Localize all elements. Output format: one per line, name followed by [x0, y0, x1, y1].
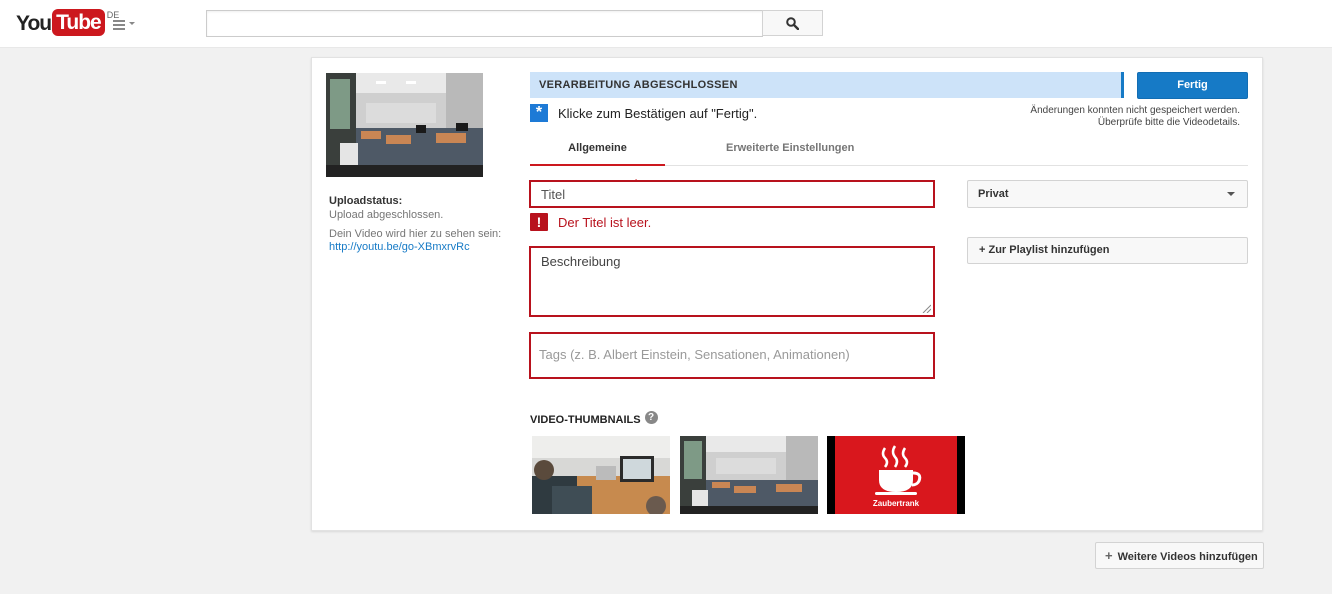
caret-down-icon [1227, 192, 1235, 196]
title-error-text: Der Titel ist leer. [558, 214, 652, 230]
video-preview-image [326, 73, 483, 177]
add-more-videos-button[interactable]: + Weitere Videos hinzufügen [1095, 542, 1264, 569]
upload-link-label: Dein Video wird hier zu sehen sein: [329, 228, 502, 240]
tab-label: Erweiterte Einstellungen [726, 142, 855, 154]
resize-grip-icon[interactable] [922, 304, 931, 313]
help-icon[interactable]: ? [644, 410, 658, 424]
search-input[interactable] [206, 10, 763, 37]
video-link[interactable]: http://youtu.be/go-XBmxrvRc [329, 241, 470, 253]
privacy-dropdown[interactable]: Privat [967, 180, 1248, 208]
guide-menu-button[interactable] [113, 17, 137, 31]
description-textarea[interactable] [529, 246, 935, 317]
error-icon: ! [530, 213, 548, 231]
youtube-logo[interactable]: You Tube DE [16, 9, 119, 38]
upload-status-label: Uploadstatus: [329, 195, 403, 207]
upload-status-text: Upload abgeschlossen. [329, 209, 444, 221]
thumbnail-option-3[interactable]: Zaubertrank [827, 436, 965, 514]
masthead: You Tube DE [0, 0, 1332, 48]
add-to-playlist-button[interactable]: + Zur Playlist hinzufügen [967, 237, 1248, 264]
thumbnails-heading-text: VIDEO-THUMBNAILS [530, 414, 641, 426]
title-input[interactable] [529, 180, 935, 208]
logo-you-text: You [16, 12, 52, 35]
thumbnails-heading: VIDEO-THUMBNAILS ? [530, 410, 658, 426]
save-error-note: Änderungen konnten nicht gespeichert wer… [1030, 105, 1240, 128]
thumbnail-option-2[interactable] [680, 436, 818, 514]
asterisk-icon: * [530, 104, 548, 122]
processing-progress-bar: VERARBEITUNG ABGESCHLOSSEN [530, 72, 1124, 98]
title-error: ! Der Titel ist leer. [530, 212, 651, 232]
search-button[interactable] [762, 10, 823, 36]
plus-icon: + [1105, 548, 1113, 563]
hint-row: * Klicke zum Bestätigen auf "Fertig". [530, 104, 757, 122]
add-more-videos-label: Weitere Videos hinzufügen [1117, 551, 1258, 563]
processing-status-text: VERARBEITUNG ABGESCHLOSSEN [539, 79, 738, 91]
upload-info: Uploadstatus: Upload abgeschlossen. Dein… [329, 195, 509, 254]
privacy-value: Privat [978, 188, 1009, 200]
tags-field[interactable] [529, 332, 935, 379]
search-icon [786, 16, 799, 30]
details-tabs: Allgemeine Informationen! Erweiterte Ein… [530, 130, 1248, 191]
tags-input[interactable] [537, 346, 921, 363]
tab-general-info[interactable]: Allgemeine Informationen! [530, 130, 665, 191]
logo-tube-text: Tube [52, 9, 105, 36]
hint-text: Klicke zum Bestätigen auf "Fertig". [558, 105, 758, 121]
caret-down-icon [129, 22, 135, 25]
tab-advanced-settings[interactable]: Erweiterte Einstellungen [726, 130, 854, 164]
done-button[interactable]: Fertig [1137, 72, 1248, 99]
thumbnail-caption: Zaubertrank [873, 499, 920, 508]
thumbnail-option-1[interactable] [532, 436, 670, 514]
